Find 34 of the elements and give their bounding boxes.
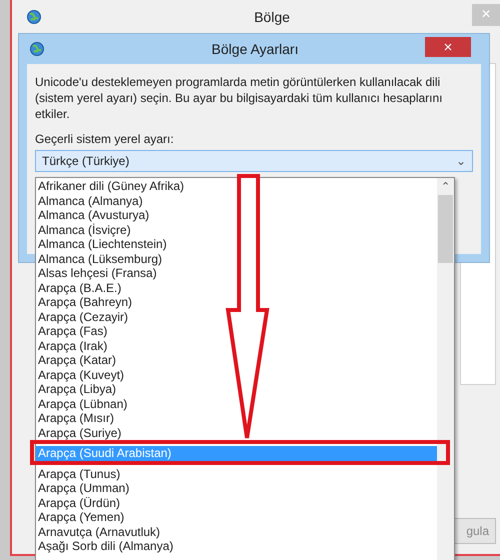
list-item[interactable]: Almanca (Liechtenstein): [36, 237, 437, 252]
dialog-title: Bölge Ayarları: [210, 41, 298, 57]
list-item[interactable]: Almanca (Avusturya): [36, 208, 437, 222]
list-item[interactable]: Afrikaner dili (Güney Afrika): [36, 179, 437, 194]
list-item[interactable]: Arapça (Bahreyn): [36, 295, 437, 310]
list-item[interactable]: Arapça (Ürdün): [36, 496, 437, 510]
list-item[interactable]: Almanca (Lüksemburg): [36, 252, 437, 266]
locale-dropdown[interactable]: Türkçe (Türkiye) ⌄: [35, 150, 473, 172]
description-text: Unicode'u desteklemeyen programlarda metin görüntülerken kullanılacak dili (sistem yerel ayarı) seçin. Bu ayar bu bilgisayardaki tüm kullanıcı hesaplarını etkiler.: [35, 74, 444, 122]
scrollbar[interactable]: ⌃: [437, 178, 454, 560]
list-item[interactable]: Almanca (İsviçre): [36, 222, 437, 237]
list-item[interactable]: Arapça (Katar): [36, 353, 437, 368]
list-item[interactable]: Alsas lehçesi (Fransa): [36, 266, 437, 280]
close-button[interactable]: ×: [425, 37, 471, 57]
list-item[interactable]: Arapça (Lübnan): [36, 396, 437, 411]
list-item[interactable]: Arnavutça (Arnavutluk): [36, 524, 437, 539]
window-title: Bölge: [253, 8, 290, 24]
list-item[interactable]: Arapça (Cezayir): [36, 310, 437, 324]
list-item[interactable]: Arapça (Irak): [36, 338, 437, 353]
list-item[interactable]: Arapça (Kuveyt): [36, 368, 437, 382]
scroll-thumb[interactable]: [438, 195, 453, 263]
list-item[interactable]: Arapça (Mısır): [36, 411, 437, 426]
list-item[interactable]: Almanca (Almanya): [36, 194, 437, 208]
globe-icon: [29, 41, 45, 57]
list-item[interactable]: Aşağı Sorb dili (Almanya): [36, 539, 437, 554]
globe-icon: [26, 8, 42, 24]
field-label: Geçerli sistem yerel ayarı:: [35, 132, 175, 146]
list-item[interactable]: Arapça (Tunus): [36, 466, 437, 481]
list-item[interactable]: Arapça (B.A.E.): [36, 280, 437, 295]
list-item[interactable]: Arapça (Fas): [36, 324, 437, 338]
list-item[interactable]: Arapça (Umman): [36, 481, 437, 496]
list-item[interactable]: Arapça (Yemen): [36, 510, 437, 524]
list-item[interactable]: Arapça (Suriye): [36, 426, 437, 440]
list-item[interactable]: Arapça (Libya): [36, 382, 437, 396]
